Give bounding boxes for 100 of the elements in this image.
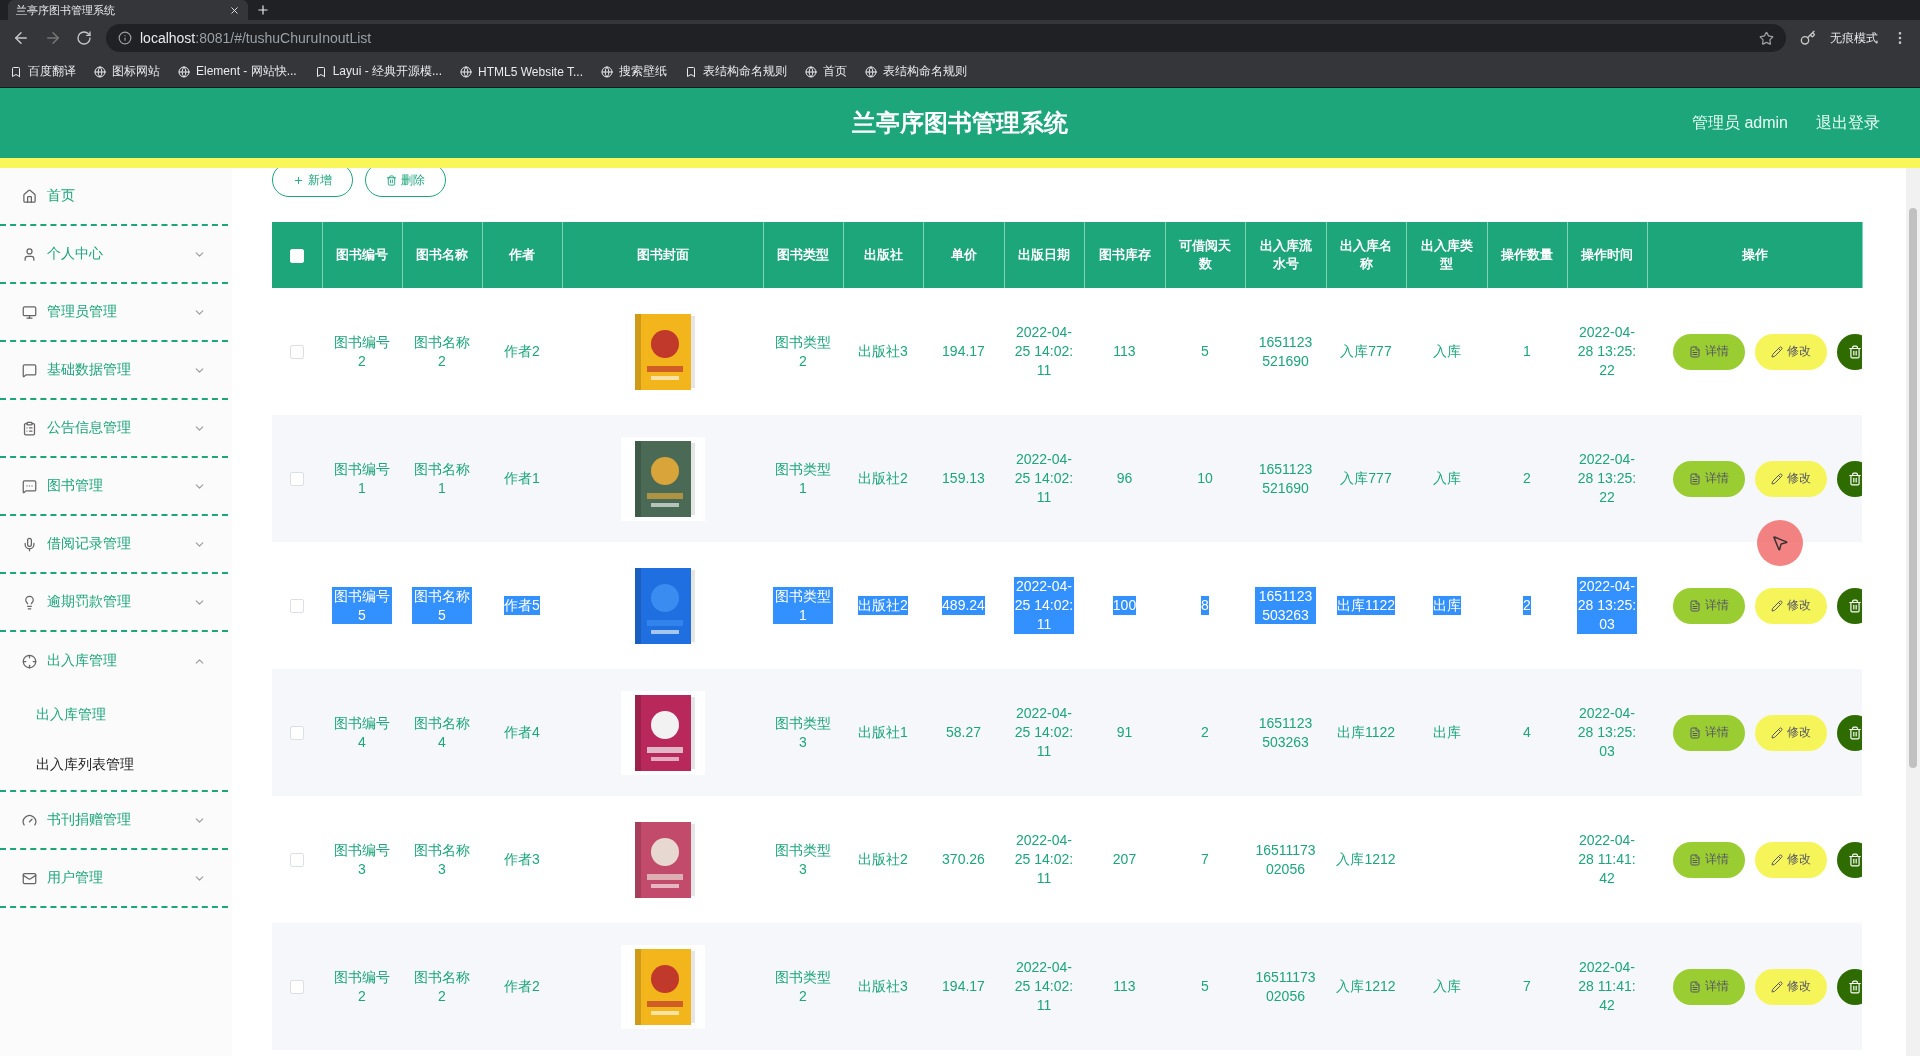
table-cell: 207	[1112, 850, 1137, 869]
sidebar-item[interactable]: 借阅记录管理	[0, 516, 228, 574]
table-cell: 5	[1201, 342, 1209, 361]
table-cell-text: 图书编号2	[333, 967, 391, 1006]
table-cell-text: 图书类型3	[774, 840, 832, 879]
bookmark-link[interactable]: 搜索壁纸	[601, 63, 667, 80]
delete-button[interactable]: 删除	[365, 168, 446, 197]
table-cell: 159.13	[942, 469, 985, 488]
edit-button[interactable]: 修改	[1755, 587, 1827, 624]
table-cell: 入库777	[1340, 342, 1392, 361]
details-button[interactable]: 详情	[1673, 714, 1745, 751]
column-header: 出版社	[843, 222, 923, 288]
table-cell: 2022-04-28 13:25:22	[1577, 323, 1637, 380]
address-field[interactable]: localhost:8081/#/tushuChuruInoutList	[106, 24, 1786, 52]
details-button[interactable]: 详情	[1673, 841, 1745, 878]
table-cell: 出库1122	[1336, 596, 1396, 615]
table-cell-text: 图书编号3	[333, 840, 391, 879]
table-cell: 2022-04-25 14:02:11	[1014, 323, 1074, 380]
table-cell: 370.26	[942, 850, 985, 869]
edit-button[interactable]: 修改	[1755, 714, 1827, 751]
sidebar-item[interactable]: 书刊捐赠管理	[0, 792, 228, 850]
bookmark-link[interactable]: 表结构命名规则	[865, 63, 967, 80]
table-cell: 入库1212	[1336, 850, 1396, 869]
table-cell: 2	[1523, 596, 1531, 615]
column-header: 出版日期	[1004, 222, 1084, 288]
table-cell: 2022-04-28 13:25:03	[1577, 577, 1637, 634]
column-header: 操作数量	[1487, 222, 1567, 288]
table-cell: 4	[1523, 723, 1531, 742]
table-cell: 2	[1523, 469, 1531, 488]
submenu-item[interactable]: 出入库管理	[0, 690, 228, 740]
column-header: 图书库存	[1084, 222, 1165, 288]
table-cell: 图书名称5	[412, 586, 472, 625]
column-header: 出入库类型	[1406, 222, 1487, 288]
bookmark-link[interactable]: HTML5 Website T...	[460, 64, 583, 79]
table-cell-text: 图书编号1	[333, 459, 391, 498]
table-cell: 入库	[1432, 469, 1461, 488]
user-label: 管理员 admin	[1691, 112, 1788, 133]
bookmark-link[interactable]: 首页	[805, 63, 847, 80]
table-cell: 7	[1523, 977, 1531, 996]
submenu-item[interactable]: 出入库列表管理	[0, 740, 228, 790]
table-cell: 2022-04-25 14:02:11	[1014, 577, 1074, 634]
sidebar-item[interactable]: 图书管理	[0, 458, 228, 516]
sidebar-item[interactable]: 用户管理	[0, 850, 228, 908]
table-cell: 58.27	[945, 723, 981, 742]
table-cell: 2022-04-25 14:02:11	[1014, 958, 1074, 1015]
edit-button[interactable]: 修改	[1755, 968, 1827, 1005]
table-cell: 2022-04-25 14:02:11	[1014, 704, 1074, 761]
browser-tab[interactable]: 兰亭序图书管理系统	[8, 0, 248, 20]
table-cell: 113	[1113, 977, 1136, 996]
sidebar-item[interactable]: 首页	[0, 168, 228, 226]
bookmark-link[interactable]: Element - 网站快...	[178, 63, 297, 80]
column-header: 图书名称	[402, 222, 482, 288]
sidebar-item[interactable]: 出入库管理	[0, 632, 228, 690]
sidebar-item[interactable]: 公告信息管理	[0, 400, 228, 458]
add-button[interactable]: 新增	[272, 168, 353, 197]
table-cell: 1651117302056	[1255, 840, 1316, 879]
bookmark-link[interactable]: Layui - 经典开源模...	[314, 63, 443, 80]
details-button[interactable]: 详情	[1673, 587, 1745, 624]
table-cell-text: 图书类型1	[774, 459, 832, 498]
details-button[interactable]: 详情	[1673, 333, 1745, 370]
table-cell-text: 图书类型3	[774, 713, 832, 752]
table-cell-text: 图书名称3	[413, 840, 471, 879]
table-cell: 出库1122	[1336, 723, 1396, 742]
bookmark-link[interactable]: 百度翻译	[10, 63, 76, 80]
details-button[interactable]: 详情	[1673, 460, 1745, 497]
table-cell: 入库	[1432, 977, 1461, 996]
edit-button[interactable]: 修改	[1755, 460, 1827, 497]
table-cell: 1651117302056	[1255, 967, 1316, 1006]
table-cell: 113	[1113, 342, 1136, 361]
sidebar-item[interactable]: 个人中心	[0, 226, 228, 284]
table-cell: 出版社3	[858, 342, 908, 361]
details-button[interactable]: 详情	[1673, 968, 1745, 1005]
logout-link[interactable]: 退出登录	[1816, 112, 1880, 134]
table-cell: 91	[1116, 723, 1133, 742]
table-cell: 作者2	[504, 342, 540, 361]
table-cell: 作者2	[504, 977, 540, 996]
sidebar-item[interactable]: 管理员管理	[0, 284, 228, 342]
table-cell: 图书类型1	[773, 586, 833, 625]
table-cell: 出版社2	[858, 596, 908, 615]
edit-button[interactable]: 修改	[1755, 841, 1827, 878]
table-cell-text: 1651123521690	[1257, 332, 1314, 371]
column-header: 可借阅天数	[1165, 222, 1245, 288]
sidebar-item[interactable]: 逾期罚款管理	[0, 574, 228, 632]
table-cell-text: 图书类型2	[774, 332, 832, 371]
edit-button[interactable]: 修改	[1755, 333, 1827, 370]
table-cell: 作者3	[504, 850, 540, 869]
table-cell-text: 图书类型2	[774, 967, 832, 1006]
table-cell: 2022-04-25 14:02:11	[1014, 831, 1074, 888]
bookmark-link[interactable]: 表结构命名规则	[685, 63, 787, 80]
bookmark-link[interactable]: 图标网站	[94, 63, 160, 80]
table-cell-text: 1651123503263	[1257, 713, 1314, 752]
app-title: 兰亭序图书管理系统	[852, 108, 1068, 138]
table-cell: 2022-04-28 13:25:22	[1577, 450, 1637, 507]
table-cell-text: 图书名称2	[413, 967, 471, 1006]
column-header: 图书编号	[322, 222, 402, 288]
table-cell: 作者5	[504, 596, 540, 615]
sidebar-item[interactable]: 基础数据管理	[0, 342, 228, 400]
incognito-label[interactable]: 无痕模式	[1830, 29, 1878, 47]
table-cell: 2022-04-25 14:02:11	[1014, 450, 1074, 507]
table-cell: 1651123503263	[1255, 586, 1316, 625]
